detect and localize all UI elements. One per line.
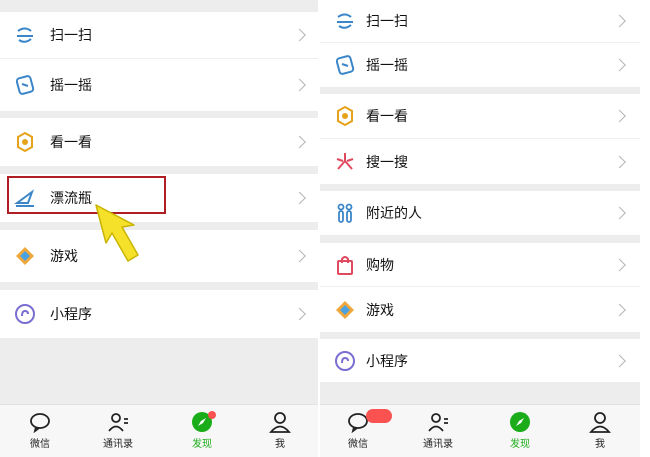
chevron-right-icon (293, 307, 306, 321)
menu-item-label: 购物 (366, 257, 394, 274)
menu-item-label: 小程序 (366, 353, 408, 370)
me-icon (269, 412, 291, 433)
menu-item-mini-programs[interactable]: 小程序 (0, 290, 320, 338)
menu-item-label: 摇一摇 (366, 58, 408, 74)
contacts-icon (108, 413, 128, 432)
tab-label: 微信 (30, 439, 50, 450)
bottom-tab-bar: 微信 通讯录 发现 我 (320, 404, 640, 457)
tab-me[interactable]: 我 (570, 411, 630, 450)
contacts-icon (428, 413, 448, 432)
tab-discover[interactable]: 发现 (172, 411, 232, 450)
top-stories-icon (337, 105, 353, 127)
menu-item-games[interactable]: 游戏 (320, 286, 640, 332)
menu-item-mini-programs[interactable]: 小程序 (320, 339, 640, 382)
menu-item-search[interactable]: 搜一搜 (320, 138, 640, 184)
games-icon (336, 300, 354, 319)
menu-item-label: 看一看 (50, 135, 92, 151)
notification-dot (208, 411, 216, 419)
people-nearby-icon (337, 203, 353, 223)
chevron-right-icon (293, 28, 306, 42)
menu-item-label: 小程序 (50, 307, 92, 323)
menu-item-scan[interactable]: 扫一扫 (0, 12, 320, 58)
tab-label: 发现 (192, 439, 212, 450)
shopping-icon (337, 255, 353, 275)
tab-label: 我 (595, 439, 605, 450)
right-phone-screen: 扫一扫 摇一摇 看一看 搜一搜 附近的人 购物 游戏 小程序 微信 通讯录 发现… (320, 0, 640, 457)
me-icon (589, 412, 611, 433)
scan-icon (17, 27, 33, 43)
tab-chats[interactable]: 微信 (10, 411, 70, 450)
discover-icon (510, 412, 530, 432)
search-icon (336, 152, 354, 170)
menu-item-label: 扫一扫 (366, 14, 408, 30)
chevron-right-icon (613, 109, 626, 123)
unread-badge (366, 409, 392, 423)
chevron-right-icon (613, 206, 626, 220)
left-phone-screen: 扫一扫 摇一摇 看一看 漂流瓶 游戏 小程序 微信 通讯录 发现 我 (0, 0, 320, 457)
menu-item-scan[interactable]: 扫一扫 (320, 0, 640, 42)
menu-item-shopping[interactable]: 购物 (320, 243, 640, 286)
menu-item-shake[interactable]: 摇一摇 (0, 58, 320, 111)
chevron-right-icon (293, 191, 306, 205)
chevron-right-icon (613, 354, 626, 367)
tab-label: 通讯录 (423, 439, 453, 450)
tab-label: 发现 (510, 439, 530, 450)
tab-chats[interactable]: 微信 (328, 409, 392, 450)
chevron-right-icon (613, 303, 626, 316)
chevron-right-icon (293, 249, 306, 263)
menu-item-label: 扫一扫 (50, 28, 92, 44)
chevron-right-icon (613, 258, 626, 271)
tab-label: 微信 (348, 439, 368, 450)
menu-item-people-nearby[interactable]: 附近的人 (320, 191, 640, 235)
menu-item-shake[interactable]: 摇一摇 (320, 42, 640, 87)
menu-item-games[interactable]: 游戏 (0, 230, 320, 282)
menu-item-label: 游戏 (50, 249, 78, 265)
tab-label: 我 (275, 439, 285, 450)
chevron-right-icon (613, 155, 626, 168)
chevron-right-icon (293, 78, 306, 92)
tab-contacts[interactable]: 通讯录 (408, 411, 468, 450)
top-stories-icon (17, 131, 33, 153)
shake-icon (15, 75, 35, 95)
menu-item-label: 游戏 (366, 302, 394, 319)
scan-icon (337, 13, 353, 29)
pointer-arrow-icon (95, 204, 139, 262)
tab-label: 通讯录 (103, 439, 133, 450)
menu-item-top-stories[interactable]: 看一看 (0, 118, 320, 166)
tab-discover[interactable]: 发现 (490, 411, 550, 450)
mini-programs-icon (335, 350, 355, 371)
chevron-right-icon (613, 14, 626, 28)
shake-icon (335, 55, 355, 75)
chevron-right-icon (293, 135, 306, 149)
chats-icon (30, 413, 50, 433)
games-icon (16, 247, 34, 265)
menu-item-label: 看一看 (366, 109, 408, 125)
menu-item-label: 附近的人 (366, 206, 422, 222)
chevron-right-icon (613, 58, 626, 72)
menu-item-label: 搜一搜 (366, 154, 408, 171)
menu-item-top-stories[interactable]: 看一看 (320, 94, 640, 138)
tab-contacts[interactable]: 通讯录 (88, 411, 148, 450)
tab-me[interactable]: 我 (250, 411, 310, 450)
mini-programs-icon (15, 304, 35, 324)
page-margin (640, 0, 650, 457)
bottom-tab-bar: 微信 通讯录 发现 我 (0, 404, 320, 457)
menu-item-label: 摇一摇 (50, 78, 92, 94)
